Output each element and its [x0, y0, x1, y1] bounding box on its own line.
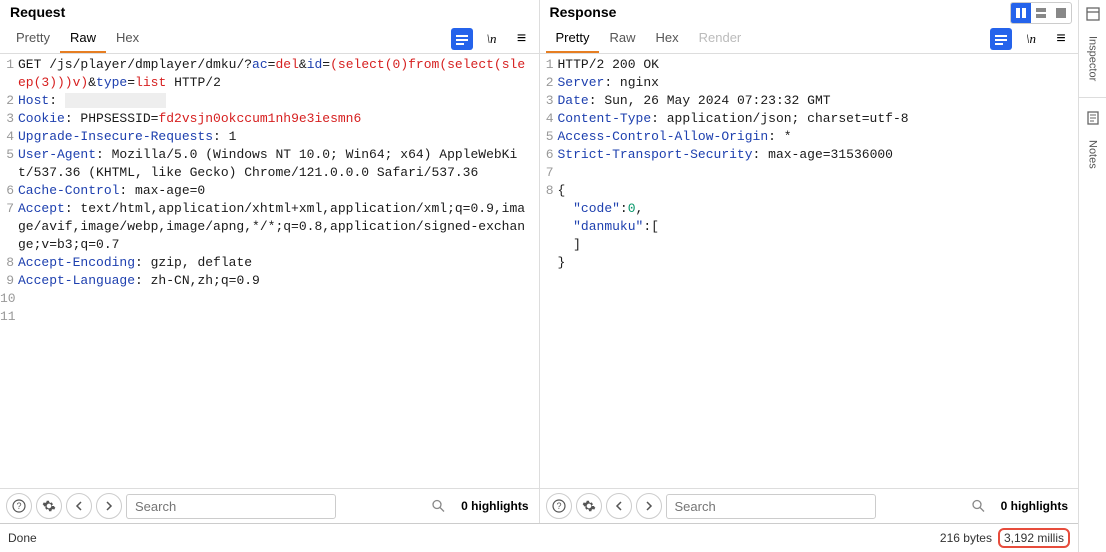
view-single-icon[interactable] — [1051, 3, 1071, 23]
search-icon — [432, 500, 445, 513]
prev-icon[interactable] — [66, 493, 92, 519]
view-rows-icon[interactable] — [1031, 3, 1051, 23]
response-highlights: 0 highlights — [997, 499, 1072, 513]
svg-text:?: ? — [16, 501, 21, 511]
actions-icon[interactable] — [451, 28, 473, 50]
view-columns-icon[interactable] — [1011, 3, 1031, 23]
next-icon[interactable] — [96, 493, 122, 519]
status-bytes: 216 bytes — [940, 531, 992, 545]
request-code-area[interactable]: 1GET /js/player/dmplayer/dmku/?ac=del&id… — [0, 54, 539, 488]
resp-menu-icon[interactable]: ≡ — [1050, 28, 1072, 50]
response-title: Response — [540, 0, 1079, 24]
resp-search-icon — [972, 500, 985, 513]
notes-icon[interactable] — [1083, 108, 1103, 128]
response-tab-render[interactable]: Render — [689, 24, 752, 53]
right-sidebar: Inspector Notes — [1078, 0, 1106, 552]
inspector-icon[interactable] — [1083, 4, 1103, 24]
newline-icon[interactable]: \n — [481, 28, 503, 50]
request-tab-raw[interactable]: Raw — [60, 24, 106, 53]
resp-gear-icon[interactable] — [576, 493, 602, 519]
req-host-key: Host — [18, 93, 49, 108]
response-search-bar: ? — [540, 488, 1079, 523]
response-search-input[interactable] — [666, 494, 876, 519]
resp-next-icon[interactable] — [636, 493, 662, 519]
response-tabs-row: Pretty Raw Hex Render \n ≡ — [540, 24, 1079, 54]
req-method: GET — [18, 57, 41, 72]
request-panel: Request Pretty Raw Hex \n ≡ — [0, 0, 540, 523]
resp-newline-icon[interactable]: \n — [1020, 28, 1042, 50]
sidebar-divider — [1079, 97, 1106, 98]
resp-actions-icon[interactable] — [990, 28, 1012, 50]
request-tabs-row: Pretty Raw Hex \n ≡ — [0, 24, 539, 54]
view-toggle — [1010, 2, 1072, 24]
response-tab-hex[interactable]: Hex — [645, 24, 688, 53]
status-done: Done — [8, 531, 940, 545]
svg-text:?: ? — [556, 501, 561, 511]
resp-help-icon[interactable]: ? — [546, 493, 572, 519]
resp-prev-icon[interactable] — [606, 493, 632, 519]
request-tab-pretty[interactable]: Pretty — [6, 24, 60, 53]
request-tab-hex[interactable]: Hex — [106, 24, 149, 53]
menu-icon[interactable]: ≡ — [511, 28, 533, 50]
inspector-tab[interactable]: Inspector — [1085, 30, 1101, 87]
request-highlights: 0 highlights — [457, 499, 532, 513]
gear-icon[interactable] — [36, 493, 62, 519]
response-code-area[interactable]: 1HTTP/2 200 OK 2Server: nginx 3Date: Sun… — [540, 54, 1079, 488]
req-cookie-key: Cookie — [18, 111, 65, 126]
resp-status-line: HTTP/2 200 OK — [558, 57, 659, 72]
help-icon[interactable]: ? — [6, 493, 32, 519]
request-search-input[interactable] — [126, 494, 336, 519]
response-tab-pretty[interactable]: Pretty — [546, 24, 600, 53]
req-path: /js/player/dmplayer/dmku/? — [41, 57, 252, 72]
status-millis: 3,192 millis — [998, 528, 1070, 548]
request-search-bar: ? — [0, 488, 539, 523]
response-tab-raw[interactable]: Raw — [599, 24, 645, 53]
response-panel: Response Pretty Raw Hex Render \n ≡ — [540, 0, 1079, 523]
notes-tab[interactable]: Notes — [1085, 134, 1101, 175]
request-title: Request — [0, 0, 539, 24]
status-bar: Done 216 bytes 3,192 millis — [0, 523, 1078, 552]
